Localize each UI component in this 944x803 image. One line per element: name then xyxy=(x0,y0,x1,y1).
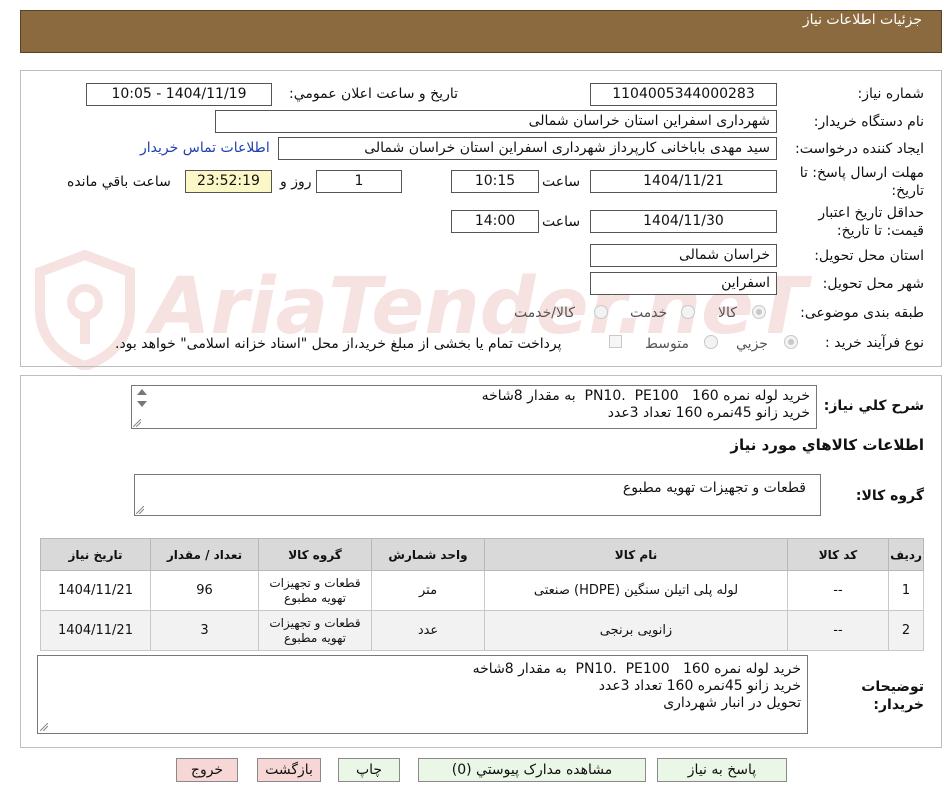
buyer-notes-label-line2: خریدار: xyxy=(873,697,924,713)
deadline-time-field: 10:15 xyxy=(451,170,539,193)
cell-name: لوله پلی اتیلن سنگین (HDPE) صنعتی xyxy=(484,570,788,611)
city-label: شهر محل تحویل: xyxy=(822,276,924,292)
cell-name: زانویی برنجی xyxy=(484,610,788,651)
col-header-row-number: ردیف xyxy=(888,538,924,571)
cell-date: 1404/11/21 xyxy=(40,610,151,651)
validity-time-label: ساعت xyxy=(542,214,581,230)
page-title: جزئیات اطلاعات نیاز xyxy=(802,12,922,28)
validity-time-field: 14:00 xyxy=(451,210,539,233)
cell-date: 1404/11/21 xyxy=(40,570,151,611)
cell-unit: عدد xyxy=(371,610,485,651)
goods-table: ردیف کد کالا نام کالا واحد شمارش گروه کا… xyxy=(40,538,924,651)
cell-row-number: 1 xyxy=(888,570,924,611)
treasury-payment-checkbox[interactable] xyxy=(609,335,622,348)
deadline-days-field: 1 xyxy=(316,170,402,193)
scroll-down-icon[interactable] xyxy=(137,401,147,407)
col-header-group: گروه کالا xyxy=(258,538,372,571)
category-goods-radio[interactable] xyxy=(752,305,766,319)
attachments-button[interactable]: مشاهده مدارک پیوستي (0) xyxy=(418,758,646,782)
back-button[interactable]: بازگشت xyxy=(257,758,321,782)
goods-section-title: اطلاعات کالاهاي مورد نیاز xyxy=(730,436,924,454)
deadline-time-label: ساعت xyxy=(542,174,581,190)
buyer-contact-link[interactable]: اطلاعات تماس خریدار xyxy=(140,140,270,156)
resize-handle-icon[interactable] xyxy=(40,723,48,731)
cell-row-number: 2 xyxy=(888,610,924,651)
validity-date-field: 1404/11/30 xyxy=(590,210,777,233)
cell-code: -- xyxy=(787,610,889,651)
scroll-up-icon[interactable] xyxy=(137,389,147,395)
resize-handle-icon[interactable] xyxy=(136,506,144,514)
remaining-time-field: 23:52:19 xyxy=(185,170,272,193)
buyer-org-label: نام دستگاه خریدار: xyxy=(813,114,924,130)
cell-qty: 3 xyxy=(150,610,259,651)
remaining-time-label: ساعت باقي مانده xyxy=(67,174,171,190)
print-button[interactable]: چاپ xyxy=(338,758,400,782)
process-medium-radio[interactable] xyxy=(704,335,718,349)
col-header-code: کد کالا xyxy=(787,538,889,571)
col-header-date: تاریخ نیاز xyxy=(40,538,151,571)
city-field: اسفراین xyxy=(590,272,777,295)
process-medium-option: متوسط xyxy=(645,336,689,352)
validity-label-line2: قیمت: تا تاریخ: xyxy=(836,223,924,239)
process-partial-radio[interactable] xyxy=(784,335,798,349)
table-header-row: ردیف کد کالا نام کالا واحد شمارش گروه کا… xyxy=(40,538,924,571)
category-label: طبقه بندی موضوعی: xyxy=(800,305,924,321)
goods-group-label: گروه کالا: xyxy=(855,488,924,504)
table-row: 1 -- لوله پلی اتیلن سنگین (HDPE) صنعتی م… xyxy=(40,570,924,611)
cell-group: قطعات و تجهیزات تهویه مطبوع xyxy=(258,570,372,611)
category-service-radio[interactable] xyxy=(681,305,695,319)
summary-textarea[interactable]: خرید لوله نمره 160 PN10. PE100 به مقدار … xyxy=(131,385,817,429)
deadline-label-line2: تاریخ: xyxy=(891,183,924,199)
category-service-option: خدمت xyxy=(630,305,668,321)
cell-qty: 96 xyxy=(150,570,259,611)
resize-handle-icon[interactable] xyxy=(133,419,141,427)
need-number-label: شماره نیاز: xyxy=(857,86,925,102)
requester-label: ایجاد کننده درخواست: xyxy=(795,141,924,157)
need-number-field: 1104005344000283 xyxy=(590,83,777,106)
process-type-label: نوع فرآیند خرید : xyxy=(825,335,924,351)
cell-group: قطعات و تجهیزات تهویه مطبوع xyxy=(258,610,372,651)
announce-datetime-field: 1404/11/19 - 10:05 xyxy=(86,83,272,106)
announce-datetime-label: تاریخ و ساعت اعلان عمومي: xyxy=(289,86,458,102)
deadline-label: مهلت ارسال پاسخ: تا xyxy=(799,165,924,181)
col-header-unit: واحد شمارش xyxy=(371,538,485,571)
treasury-payment-note: پرداخت تمام یا بخشی از مبلغ خرید،از محل … xyxy=(115,336,562,352)
summary-label: شرح کلي نیاز: xyxy=(823,398,924,414)
table-row: 2 -- زانویی برنجی عدد قطعات و تجهیزات ته… xyxy=(40,610,924,651)
buyer-notes-textarea[interactable]: خرید لوله نمره 160 PN10. PE100 به مقدار … xyxy=(37,655,808,734)
col-header-name: نام کالا xyxy=(484,538,788,571)
deadline-days-label: روز و xyxy=(280,174,312,190)
cell-unit: متر xyxy=(371,570,485,611)
province-field: خراسان شمالی xyxy=(590,244,777,267)
process-partial-option: جزیي xyxy=(736,336,768,352)
validity-label: حداقل تاریخ اعتبار xyxy=(818,205,924,221)
category-goods-option: کالا xyxy=(718,305,737,321)
buyer-org-field: شهرداری اسفراین استان خراسان شمالی xyxy=(215,110,777,133)
category-goods-service-option: کالا/خدمت xyxy=(514,305,575,321)
deadline-date-field: 1404/11/21 xyxy=(590,170,777,193)
reply-button[interactable]: پاسخ به نیاز xyxy=(657,758,787,782)
goods-group-field: قطعات و تجهیزات تهویه مطبوع xyxy=(134,474,821,516)
buyer-notes-label: توضیحات xyxy=(861,679,924,695)
category-goods-service-radio[interactable] xyxy=(594,305,608,319)
requester-field: سید مهدی باباخانی کارپرداز شهرداری اسفرا… xyxy=(278,137,777,160)
province-label: استان محل تحویل: xyxy=(814,248,924,264)
col-header-qty: تعداد / مقدار xyxy=(150,538,259,571)
cell-code: -- xyxy=(787,570,889,611)
exit-button[interactable]: خروج xyxy=(176,758,238,782)
